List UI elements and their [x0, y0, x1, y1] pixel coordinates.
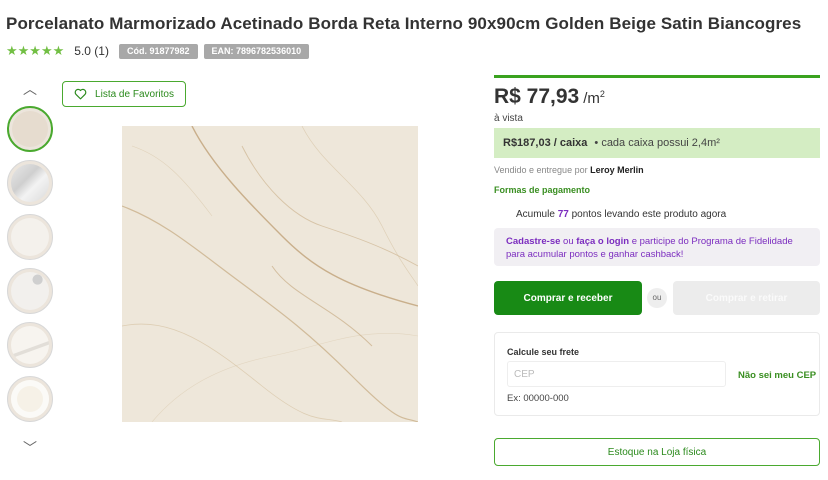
buy-and-pickup-button[interactable]: Comprar e retirar — [673, 281, 820, 315]
loyalty-points-info: Acumule 77 pontos levando este produto a… — [516, 209, 727, 220]
thumbnail-tile-image — [11, 218, 49, 256]
thumbnail-3[interactable] — [7, 214, 53, 260]
thumbnail-detail-image — [11, 272, 49, 310]
thumbnail-4[interactable] — [7, 268, 53, 314]
thumbnail-5[interactable] — [7, 322, 53, 368]
thumbnail-room-image — [11, 164, 49, 202]
thumbnail-tile-image — [12, 111, 48, 147]
shipping-calculator: Calcule seu frete Não sei meu CEP Ex: 00… — [494, 332, 820, 416]
shipping-title: Calcule seu frete — [507, 347, 580, 357]
favorites-button[interactable]: Lista de Favoritos — [62, 81, 186, 107]
cep-input[interactable] — [507, 361, 726, 387]
product-title: Porcelanato Marmorizado Acetinado Borda … — [6, 14, 802, 33]
thumbnail-tile-image — [11, 380, 49, 418]
loyalty-program-banner: Cadastre-se ou faça o login e participe … — [494, 228, 820, 266]
box-price: R$187,03 / caixa — [503, 137, 588, 149]
store-stock-button[interactable]: Estoque na Loja física — [494, 438, 820, 466]
thumbnails-up-arrow-icon[interactable]: ︿ — [20, 82, 40, 96]
product-code-badge: Cód. 91877982 — [118, 43, 198, 59]
or-separator: ou — [647, 288, 667, 308]
rating-value[interactable]: 5.0 (1) — [74, 44, 109, 58]
login-link[interactable]: faça o login — [576, 236, 629, 247]
thumbnail-2[interactable] — [7, 160, 53, 206]
signup-link[interactable]: Cadastre-se — [506, 236, 560, 247]
heart-icon — [74, 88, 87, 100]
price-block: R$ 77,93 /m2 — [494, 85, 605, 109]
cep-example: Ex: 00000-000 — [507, 393, 569, 404]
seller-info: Vendido e entregue por Leroy Merlin — [494, 165, 644, 175]
favorites-label: Lista de Favoritos — [95, 88, 174, 100]
seller-name: Leroy Merlin — [590, 165, 644, 175]
payment-methods-link[interactable]: Formas de pagamento — [494, 185, 590, 195]
price-unit: /m2 — [583, 89, 605, 107]
points-value: 77 — [557, 209, 569, 220]
thumbnail-edge-image — [11, 326, 49, 364]
unknown-cep-link[interactable]: Não sei meu CEP — [738, 370, 816, 381]
buy-and-receive-button[interactable]: Comprar e receber — [494, 281, 642, 315]
thumbnail-1[interactable] — [7, 106, 53, 152]
price-section-divider — [494, 75, 820, 78]
marble-texture — [122, 126, 418, 422]
product-main-image[interactable] — [122, 126, 418, 422]
box-size-note: • cada caixa possui 2,4m² — [594, 137, 720, 149]
rating-row: ★★★★★ 5.0 (1) Cód. 91877982 EAN: 7896782… — [6, 43, 310, 59]
price-value: R$ 77,93 — [494, 85, 580, 108]
thumbnail-6[interactable] — [7, 376, 53, 422]
box-price-banner: R$187,03 / caixa • cada caixa possui 2,4… — [494, 128, 820, 158]
thumbnails-down-arrow-icon[interactable]: ﹀ — [20, 441, 40, 455]
cash-payment-note: à vista — [494, 113, 523, 124]
ean-badge: EAN: 7896782536010 — [203, 43, 310, 59]
rating-stars[interactable]: ★★★★★ — [6, 44, 64, 57]
